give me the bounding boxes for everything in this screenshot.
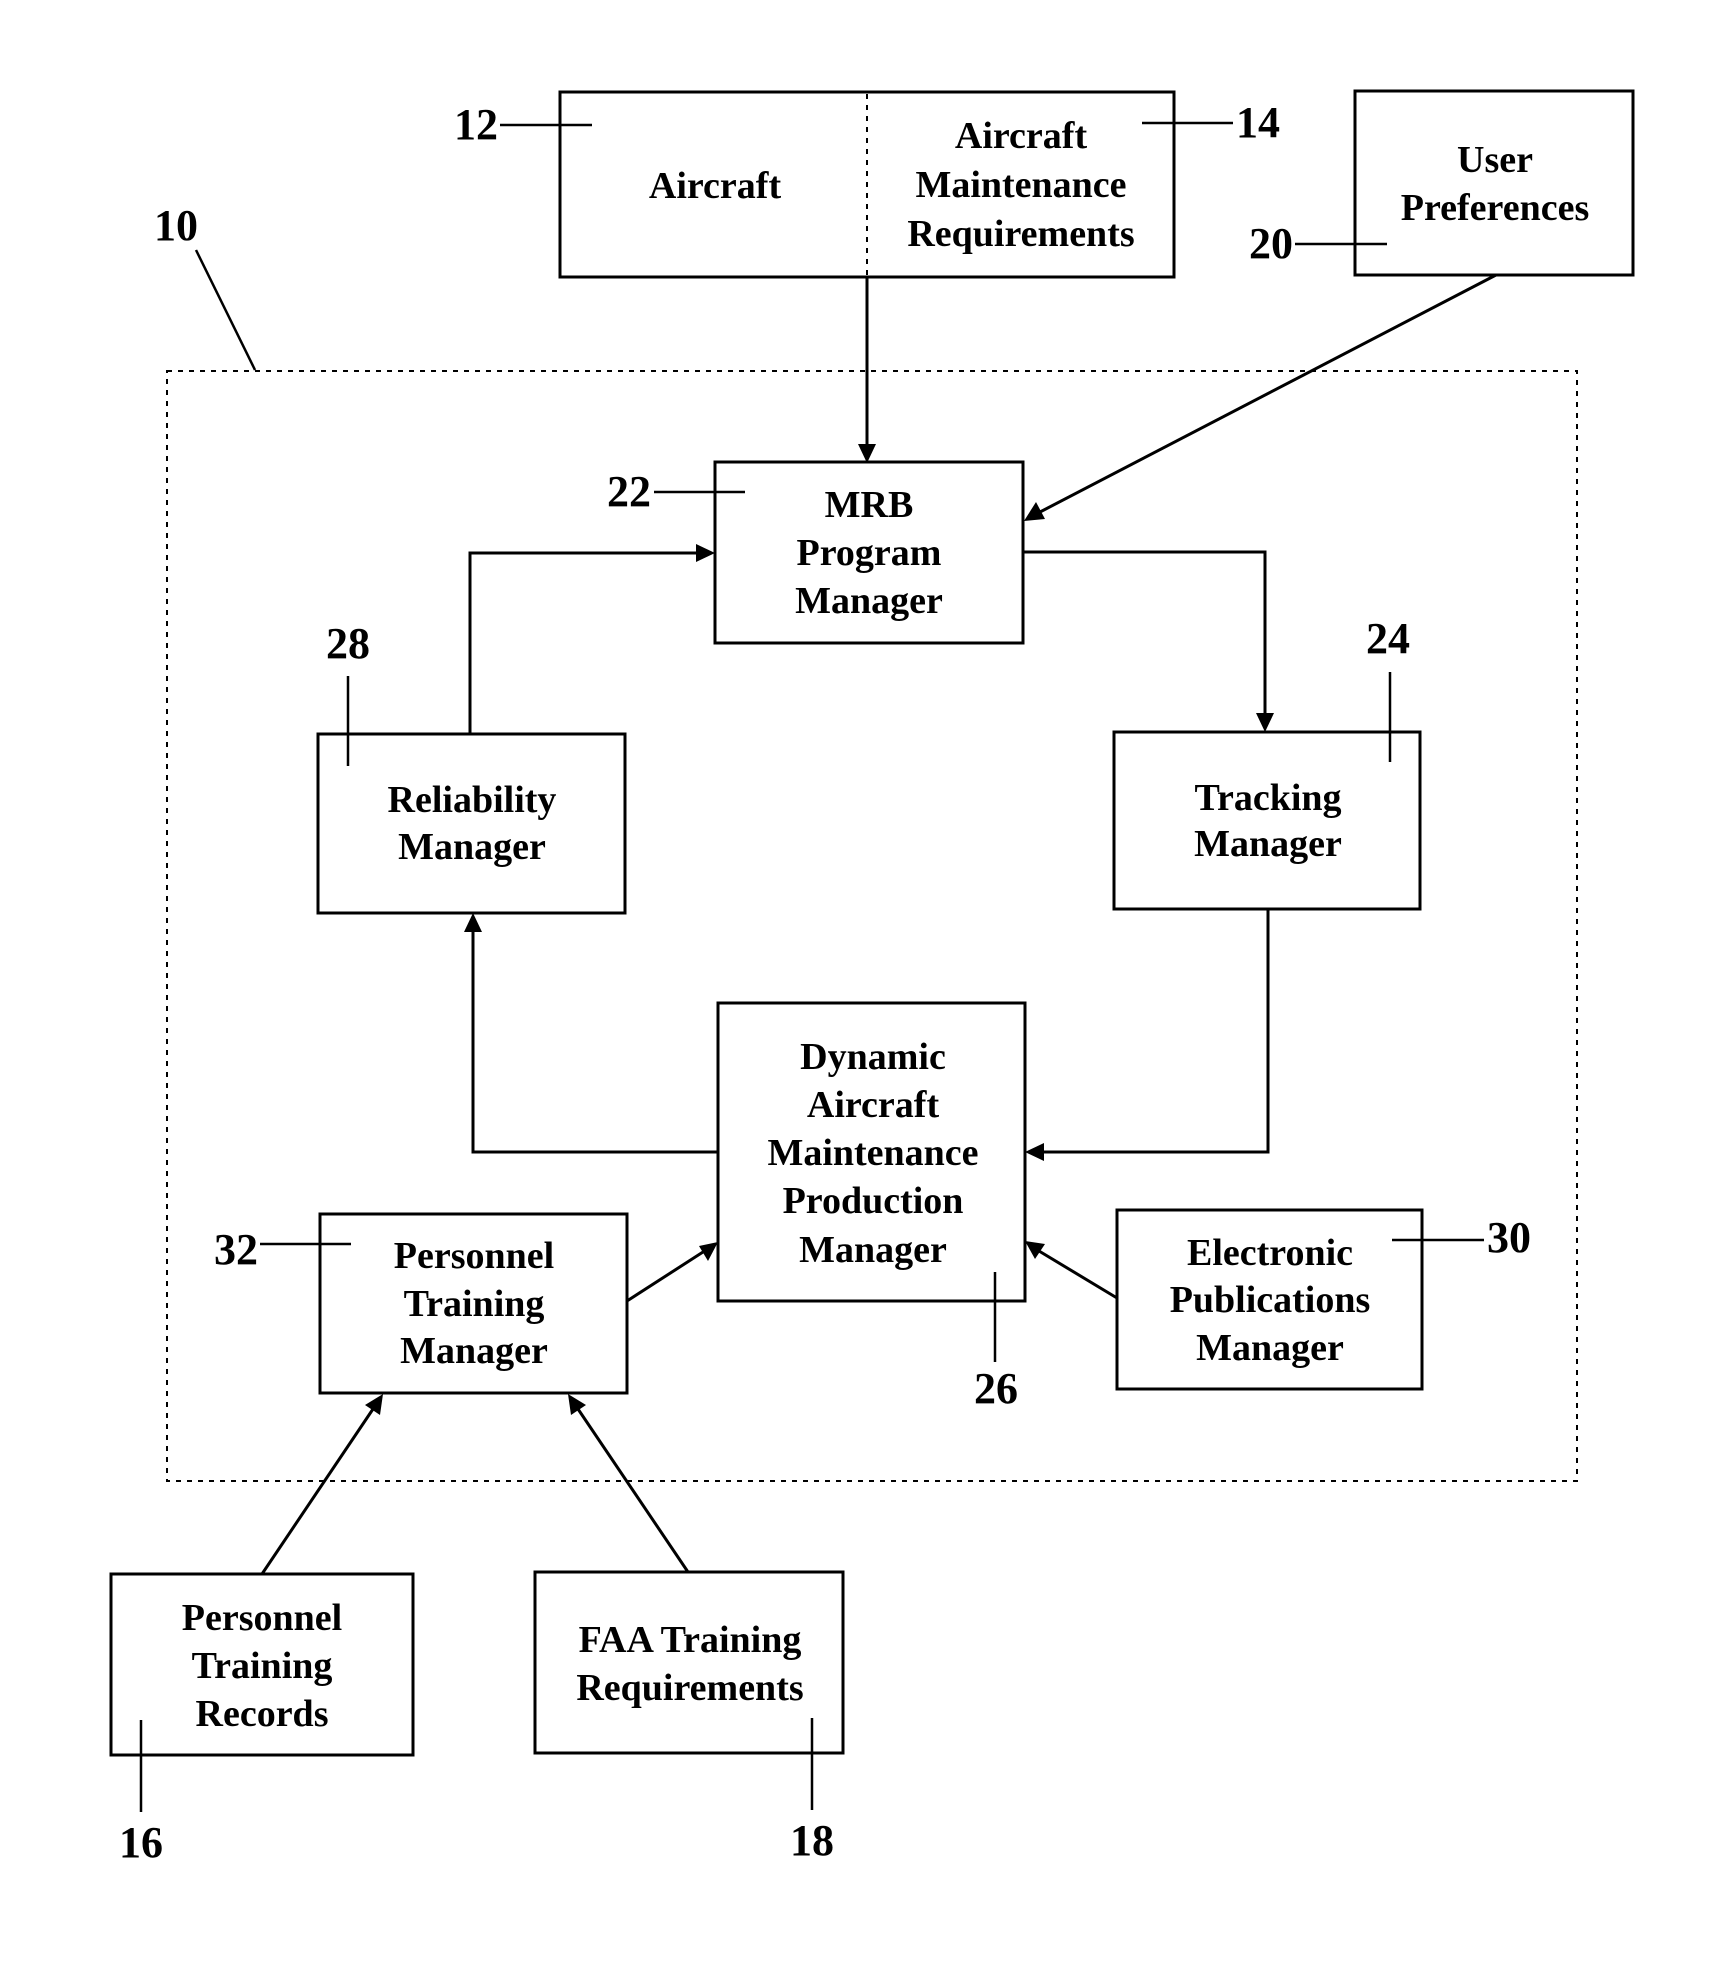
ref-number-12: 12 <box>454 100 498 149</box>
arrowhead <box>696 544 715 562</box>
block-label-line: Manager <box>1194 823 1342 865</box>
ref-number-16: 16 <box>119 1818 163 1867</box>
block-label-line: Manager <box>1196 1327 1344 1369</box>
arrowhead <box>1256 713 1274 732</box>
block-label-line: Training <box>404 1283 545 1325</box>
arrowhead <box>365 1394 383 1415</box>
ref-number-24: 24 <box>1366 614 1410 663</box>
arrowhead <box>568 1394 586 1415</box>
block-label-line: Production <box>783 1180 964 1222</box>
ref-number-10: 10 <box>154 201 198 250</box>
block-label-line: Personnel <box>182 1597 342 1639</box>
ref-number-26: 26 <box>974 1364 1018 1413</box>
arrow-faa-to-ptm <box>568 1394 690 1573</box>
block-label-line: Tracking <box>1194 777 1341 819</box>
tracking-manager-block: Tracking Manager <box>1112 730 1422 911</box>
ref-number-22: 22 <box>607 467 651 516</box>
ref-number-20: 20 <box>1249 219 1293 268</box>
block-label-line: Personnel <box>394 1235 554 1277</box>
arrow-reliability-to-mrb <box>468 544 715 734</box>
faa-training-requirements-block: FAA Training Requirements <box>533 1570 845 1755</box>
block-label-line: Manager <box>799 1229 947 1271</box>
block-label-line: Manager <box>400 1330 548 1372</box>
block-label-line: Preferences <box>1401 187 1589 229</box>
block-label-line: Manager <box>795 580 943 622</box>
block-label-line: Reliability <box>388 779 557 821</box>
arrowhead <box>1025 1143 1044 1161</box>
block-label-line: Maintenance <box>767 1132 978 1174</box>
ref-number-14: 14 <box>1236 98 1280 147</box>
arrow-ptm-to-production <box>626 1242 718 1303</box>
arrow-production-to-reliability <box>464 913 718 1154</box>
ref-number-28: 28 <box>326 619 370 668</box>
electronic-publications-manager-block: Electronic Publications Manager <box>1115 1208 1424 1391</box>
arrow-records-to-ptm <box>260 1394 383 1575</box>
mrb-program-manager-block: MRB Program Manager <box>713 460 1025 645</box>
arrow-user-preferences-to-mrb <box>1024 273 1497 521</box>
leader-line-10 <box>194 249 257 371</box>
user-preferences-block: User Preferences <box>1353 89 1635 277</box>
block-label-line: Training <box>192 1645 333 1687</box>
block-label-aircraft: Aircraft <box>649 165 782 207</box>
block-label-line: Dynamic <box>800 1036 946 1078</box>
arrow-epm-to-production <box>1025 1241 1118 1300</box>
block-label-line: Requirements <box>907 213 1134 255</box>
block-label-line: FAA Training <box>579 1619 802 1661</box>
arrow-tracking-to-production <box>1025 909 1270 1161</box>
block-label-line: Aircraft <box>807 1084 940 1126</box>
personnel-training-manager-block: Personnel Training Manager <box>318 1212 629 1395</box>
block-label-line: Publications <box>1170 1279 1371 1321</box>
block-diagram: 10 Aircraft Aircraft Maintenance Require… <box>109 89 1635 1867</box>
arrowhead <box>1025 1241 1045 1259</box>
block-label-line: User <box>1457 139 1533 181</box>
block-label-line: Program <box>797 532 942 574</box>
block-label-line: Records <box>196 1693 329 1735</box>
ref-number-32: 32 <box>214 1225 258 1274</box>
reliability-manager-block: Reliability Manager <box>316 732 627 915</box>
arrowhead <box>464 913 482 932</box>
arrow-mrb-to-tracking <box>1023 550 1274 732</box>
personnel-training-records-block: Personnel Training Records <box>109 1572 415 1757</box>
block-label-line: MRB <box>825 484 914 526</box>
ref-number-18: 18 <box>790 1816 834 1865</box>
block-label-line: Maintenance <box>915 164 1126 206</box>
block-label-line: Manager <box>398 826 546 868</box>
arrowhead <box>858 444 876 463</box>
block-label-line: Requirements <box>576 1667 803 1709</box>
ref-number-30: 30 <box>1487 1213 1531 1262</box>
production-manager-block: Dynamic Aircraft Maintenance Production … <box>716 1001 1027 1303</box>
block-label-line: Aircraft <box>955 115 1088 157</box>
block-label-line: Electronic <box>1187 1232 1353 1274</box>
